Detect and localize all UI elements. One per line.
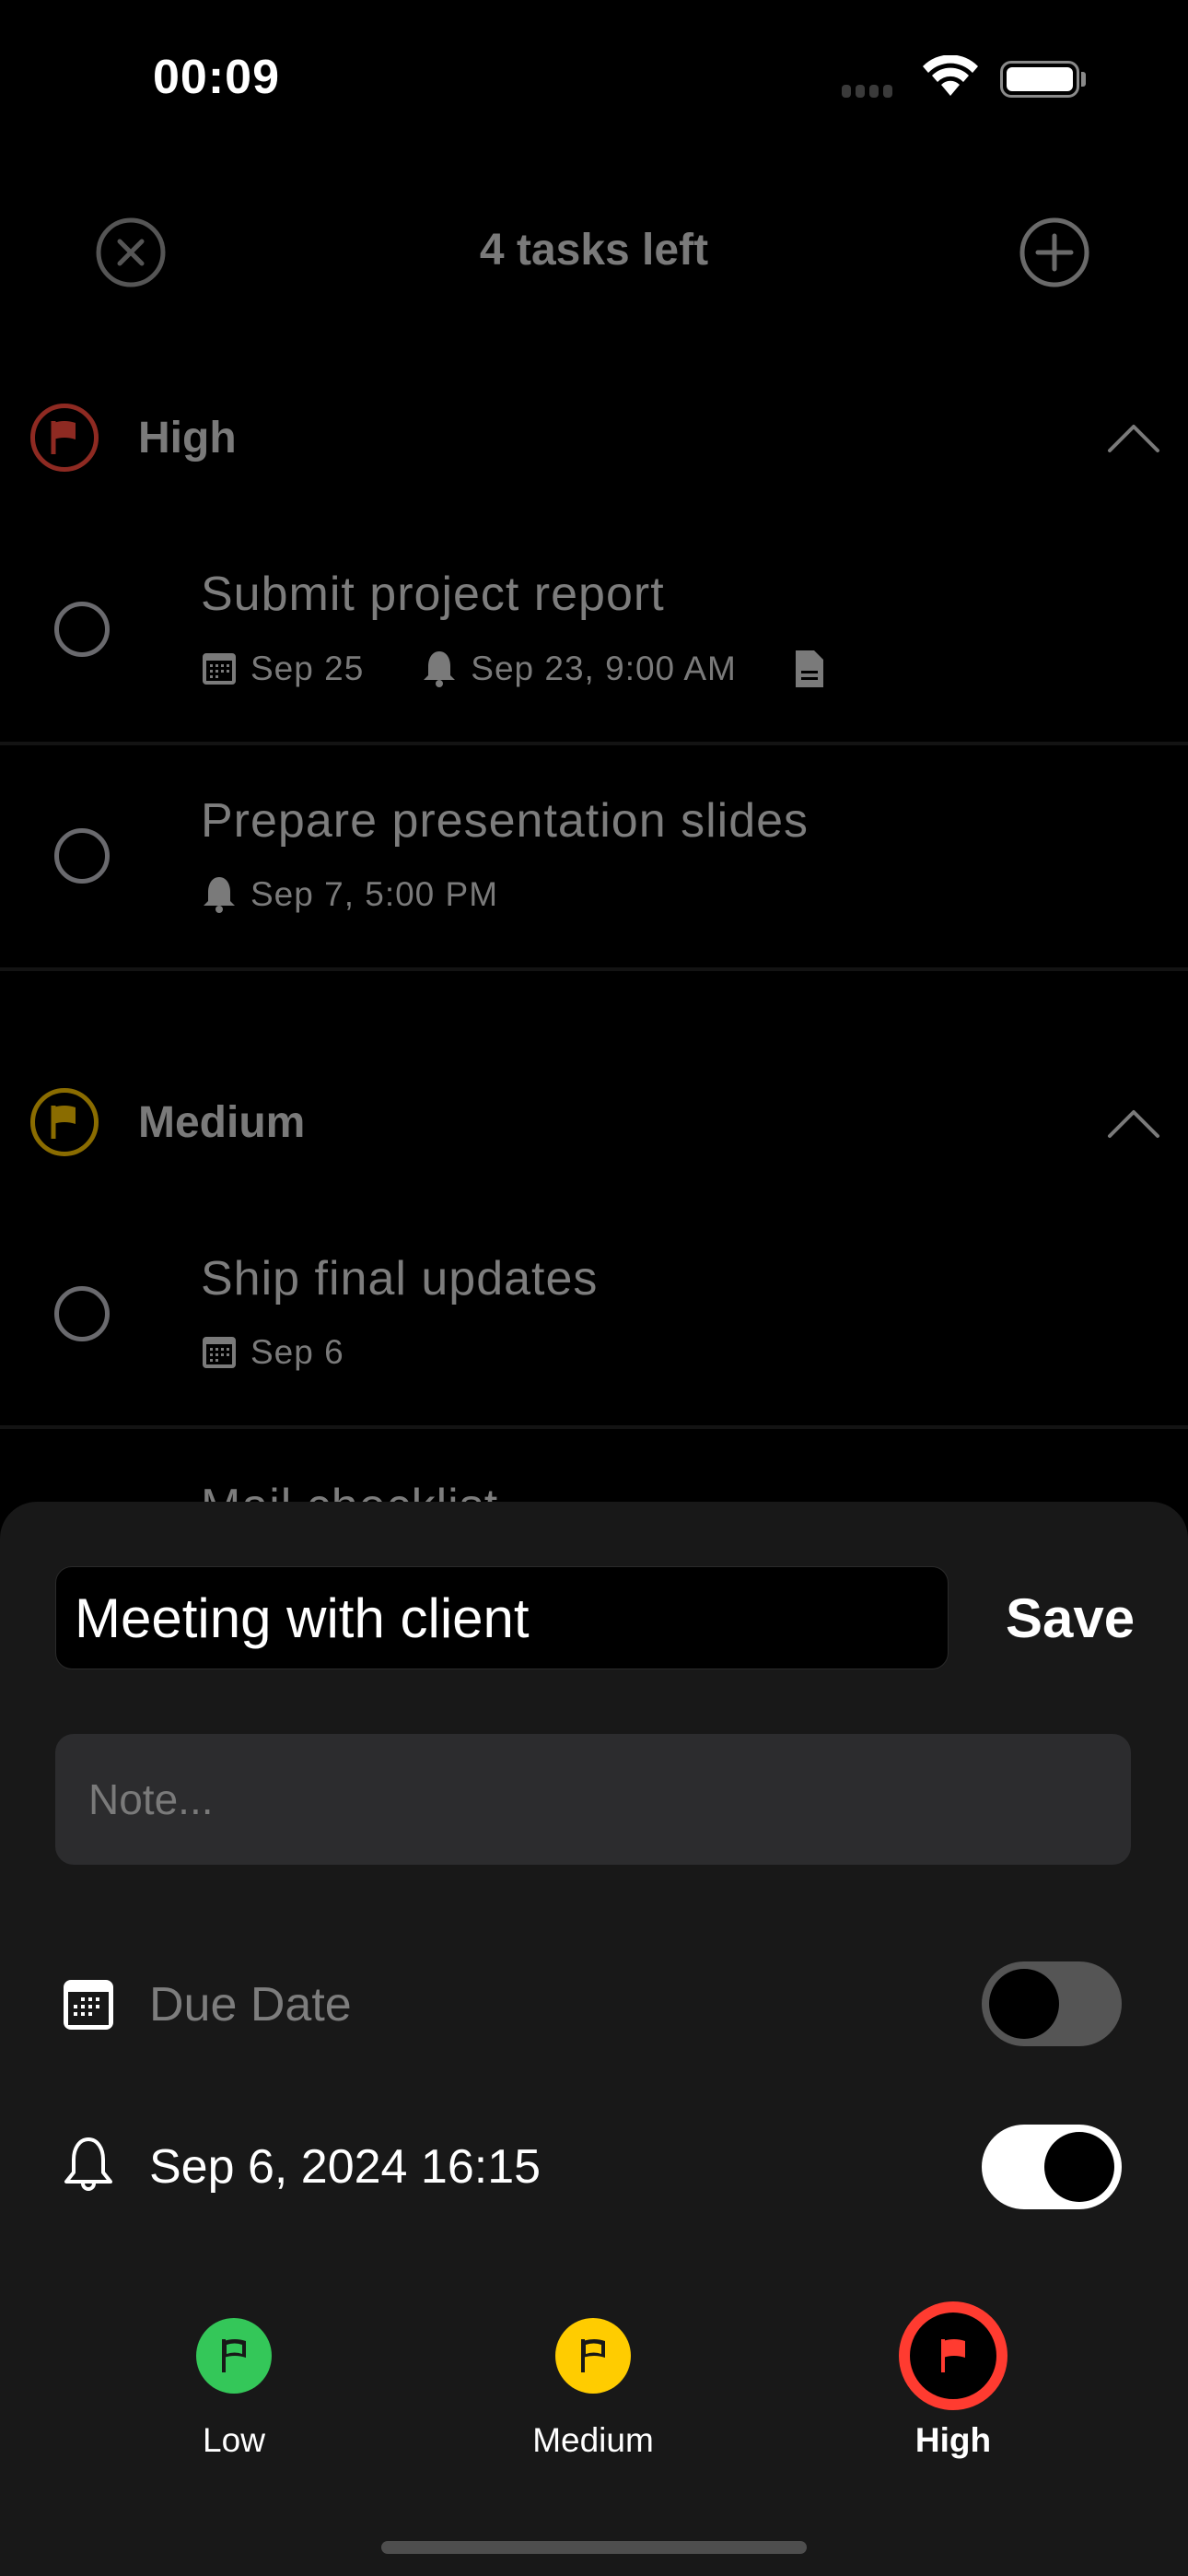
priority-medium-button[interactable]: Medium xyxy=(483,2301,704,2460)
bell-icon xyxy=(201,875,238,914)
high-flag-icon xyxy=(899,2301,1007,2410)
task-meta: Sep 25 Sep 23, 9:00 AM xyxy=(201,649,838,689)
task-due-date: Sep 6 xyxy=(250,1333,344,1371)
task-complete-checkbox[interactable] xyxy=(54,1286,110,1341)
medium-priority-flag-icon xyxy=(30,1088,99,1156)
section-title-high: High xyxy=(138,414,237,463)
battery-cap xyxy=(1081,72,1086,87)
task-title[interactable]: Submit project report xyxy=(201,567,665,622)
due-date-label: Due Date xyxy=(149,1978,352,2032)
priority-label: Medium xyxy=(532,2421,654,2459)
priority-low-button[interactable]: Low xyxy=(123,2301,344,2460)
priority-label: High xyxy=(914,2421,992,2459)
bell-icon xyxy=(421,650,458,688)
section-title-medium: Medium xyxy=(138,1098,306,1147)
divider xyxy=(0,742,1188,745)
priority-high-button[interactable]: High xyxy=(843,2301,1064,2460)
note-input[interactable] xyxy=(55,1734,1131,1865)
calendar-icon xyxy=(201,1334,238,1371)
task-meta: Sep 7, 5:00 PM xyxy=(201,875,555,914)
calendar-icon xyxy=(64,1980,113,2030)
reminder-toggle[interactable] xyxy=(982,2125,1122,2209)
priority-label: Low xyxy=(203,2421,265,2459)
low-flag-icon xyxy=(196,2318,272,2394)
task-title[interactable]: Prepare presentation slides xyxy=(201,793,809,849)
note-document-icon xyxy=(794,649,825,689)
task-reminder: Sep 23, 9:00 AM xyxy=(471,650,737,687)
bell-icon xyxy=(64,2137,112,2191)
task-meta: Sep 6 xyxy=(201,1333,402,1372)
page-title: 4 tasks left xyxy=(479,226,709,275)
due-date-toggle[interactable] xyxy=(982,1961,1122,2046)
add-task-button[interactable] xyxy=(1019,217,1089,287)
task-complete-checkbox[interactable] xyxy=(54,602,110,657)
status-time: 00:09 xyxy=(153,51,280,104)
task-complete-checkbox[interactable] xyxy=(54,828,110,884)
calendar-icon xyxy=(201,650,238,687)
task-title-input[interactable] xyxy=(55,1566,949,1669)
medium-flag-icon xyxy=(555,2318,631,2394)
high-priority-flag-icon xyxy=(30,404,99,472)
task-reminder: Sep 7, 5:00 PM xyxy=(250,875,499,913)
collapse-high-chevron-icon[interactable] xyxy=(1107,422,1160,453)
collapse-medium-chevron-icon[interactable] xyxy=(1107,1107,1160,1139)
divider xyxy=(0,967,1188,971)
task-title[interactable]: Ship final updates xyxy=(201,1251,598,1306)
battery-icon xyxy=(1000,61,1079,98)
reminder-datetime[interactable]: Sep 6, 2024 16:15 xyxy=(149,2139,541,2195)
task-due-date: Sep 25 xyxy=(250,650,365,687)
divider xyxy=(0,1425,1188,1429)
wifi-icon xyxy=(923,55,978,96)
home-indicator[interactable] xyxy=(381,2541,807,2554)
cellular-signal-icon xyxy=(842,85,892,98)
save-button[interactable]: Save xyxy=(1006,1587,1135,1650)
